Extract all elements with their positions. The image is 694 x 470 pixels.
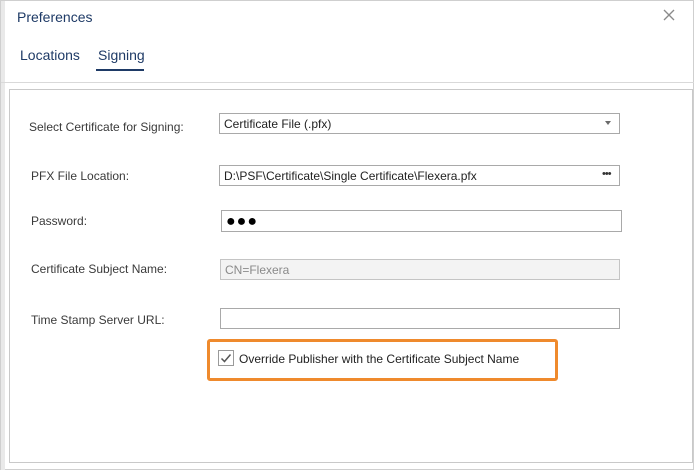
subject-name-field: CN=Flexera xyxy=(220,259,620,280)
pfx-location-label: PFX File Location: xyxy=(31,169,130,183)
browse-button[interactable]: ••• xyxy=(602,168,616,182)
active-tab-indicator xyxy=(96,69,144,71)
pfx-location-input[interactable]: D:\PSF\Certificate\Single Certificate\Fl… xyxy=(219,165,620,186)
tab-signing[interactable]: Signing xyxy=(98,47,145,63)
certificate-select[interactable]: Certificate File (.pfx) xyxy=(219,113,620,134)
override-publisher-checkbox[interactable] xyxy=(218,350,234,366)
timestamp-url-input[interactable] xyxy=(220,308,620,329)
certificate-label: Select Certificate for Signing: xyxy=(29,120,184,134)
override-publisher-label[interactable]: Override Publisher with the Certificate … xyxy=(239,352,519,366)
dialog-title: Preferences xyxy=(17,9,93,25)
checkmark-icon xyxy=(220,354,232,363)
tab-bar: Locations Signing xyxy=(1,41,694,83)
password-input[interactable]: ●●● xyxy=(221,210,622,232)
password-label: Password: xyxy=(31,214,88,228)
subject-name-label: Certificate Subject Name: xyxy=(31,262,168,276)
chevron-down-icon[interactable] xyxy=(605,121,611,125)
timestamp-url-label: Time Stamp Server URL: xyxy=(31,313,165,327)
close-button[interactable] xyxy=(660,6,678,24)
close-icon[interactable] xyxy=(660,6,678,24)
tab-locations[interactable]: Locations xyxy=(20,47,80,63)
preferences-dialog: Preferences Locations Signing Select Cer… xyxy=(0,0,694,470)
